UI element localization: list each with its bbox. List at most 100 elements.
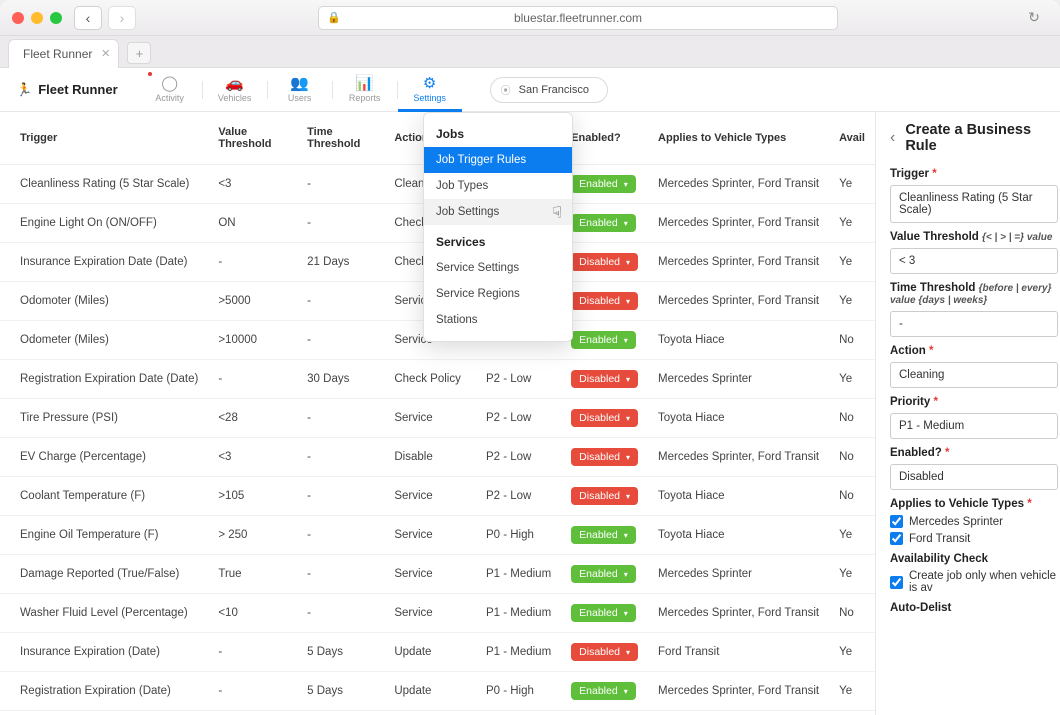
enabled-badge[interactable]: Enabled▾ xyxy=(571,604,636,622)
reload-button[interactable]: ↻ xyxy=(1020,6,1048,30)
col-6[interactable]: Applies to Vehicle Types xyxy=(648,112,829,165)
table-row[interactable]: EV Charge (Percentage)<3-DisableP2 - Low… xyxy=(0,438,875,477)
enabled-badge[interactable]: Enabled▾ xyxy=(571,214,636,232)
cell: Ye xyxy=(829,711,875,715)
nav-back-button[interactable]: ‹ xyxy=(74,6,102,30)
value-threshold-input[interactable]: < 3 xyxy=(890,248,1058,274)
enabled-badge[interactable]: Disabled▾ xyxy=(571,643,638,661)
notification-dot xyxy=(148,72,152,76)
cell: Enabled▾ xyxy=(561,711,648,715)
enabled-badge[interactable]: Disabled▾ xyxy=(571,487,638,505)
table-row[interactable]: Coolant Temperature (F)>105-ServiceP2 - … xyxy=(0,477,875,516)
cell: - xyxy=(208,360,297,399)
browser-titlebar: ‹ › 🔒 bluestar.fleetrunner.com ↻ xyxy=(0,0,1060,36)
cell: Service xyxy=(384,399,476,438)
enabled-badge[interactable]: Disabled▾ xyxy=(571,370,638,388)
time-threshold-label: Time Threshold {before | every} value {d… xyxy=(890,282,1060,306)
table-row[interactable]: Durtaion of Checkout (Hours)>120-Contact… xyxy=(0,711,875,715)
trigger-input[interactable]: Cleanliness Rating (5 Star Scale) xyxy=(890,185,1058,223)
cell: Ye xyxy=(829,243,875,282)
enabled-badge[interactable]: Enabled▾ xyxy=(571,331,636,349)
enabled-badge[interactable]: Disabled▾ xyxy=(571,292,638,310)
cell: Disabled▾ xyxy=(561,633,648,672)
minimize-window[interactable] xyxy=(31,12,43,24)
menu-service-settings[interactable]: Service Settings xyxy=(424,255,572,281)
url-text: bluestar.fleetrunner.com xyxy=(514,11,642,25)
priority-input[interactable]: P1 - Medium xyxy=(890,413,1058,439)
nav-activity[interactable]: ◯Activity xyxy=(138,68,202,112)
nav-forward-button[interactable]: › xyxy=(108,6,136,30)
cell: Disabled▾ xyxy=(561,243,648,282)
cell: P1 - Medium xyxy=(476,633,561,672)
cell: Update xyxy=(384,633,476,672)
col-0[interactable]: Trigger xyxy=(0,112,208,165)
table-row[interactable]: Engine Oil Temperature (F)> 250-ServiceP… xyxy=(0,516,875,555)
cell: - xyxy=(208,672,297,711)
cell: Update xyxy=(384,672,476,711)
nav-reports[interactable]: 📊Reports xyxy=(333,68,397,112)
cell: No xyxy=(829,399,875,438)
panel-back-button[interactable]: ‹ xyxy=(890,129,895,147)
table-row[interactable]: Damage Reported (True/False)True-Service… xyxy=(0,555,875,594)
time-threshold-input[interactable]: - xyxy=(890,311,1058,337)
cell: - xyxy=(208,243,297,282)
cell: - xyxy=(297,516,384,555)
cell: Enabled▾ xyxy=(561,672,648,711)
col-7[interactable]: Avail xyxy=(829,112,875,165)
cell: - xyxy=(297,165,384,204)
action-input[interactable]: Cleaning xyxy=(890,362,1058,388)
close-tab-icon[interactable]: ✕ xyxy=(101,47,110,60)
enabled-badge[interactable]: Enabled▾ xyxy=(571,565,636,583)
enabled-badge[interactable]: Disabled▾ xyxy=(571,409,638,427)
cell: No xyxy=(829,321,875,360)
enabled-badge[interactable]: Disabled▾ xyxy=(571,253,638,271)
availability-checkbox[interactable] xyxy=(890,576,903,589)
cell: <3 xyxy=(208,438,297,477)
cell: Registration Expiration (Date) xyxy=(0,672,208,711)
city-selector[interactable]: ⦿ San Francisco xyxy=(490,77,608,103)
cell: Mercedes Sprinter xyxy=(648,360,829,399)
url-bar[interactable]: 🔒 bluestar.fleetrunner.com xyxy=(318,6,838,30)
enabled-badge[interactable]: Disabled▾ xyxy=(571,448,638,466)
close-window[interactable] xyxy=(12,12,24,24)
enabled-input[interactable]: Disabled xyxy=(890,464,1058,490)
table-row[interactable]: Insurance Expiration (Date)-5 DaysUpdate… xyxy=(0,633,875,672)
new-tab-button[interactable]: + xyxy=(127,42,151,64)
enabled-badge[interactable]: Enabled▾ xyxy=(571,526,636,544)
enabled-badge[interactable]: Enabled▾ xyxy=(571,682,636,700)
cell: Cleanliness Rating (5 Star Scale) xyxy=(0,165,208,204)
menu-job-trigger-rules[interactable]: Job Trigger Rules xyxy=(424,147,572,173)
maximize-window[interactable] xyxy=(50,12,62,24)
cell: Engine Oil Temperature (F) xyxy=(0,516,208,555)
nav-vehicles[interactable]: 🚗Vehicles xyxy=(203,68,267,112)
col-1[interactable]: Value Threshold xyxy=(208,112,297,165)
cell: - xyxy=(297,594,384,633)
col-2[interactable]: Time Threshold xyxy=(297,112,384,165)
cell: Mercedes Sprinter, Ford Transit xyxy=(648,594,829,633)
vtype-ford-checkbox[interactable] xyxy=(890,532,903,545)
cell: Toyota Hiace xyxy=(648,321,829,360)
browser-tab[interactable]: Fleet Runner ✕ xyxy=(8,39,119,68)
cell: - xyxy=(297,477,384,516)
cell: Mercedes Sprinter xyxy=(648,555,829,594)
nav-settings[interactable]: ⚙Settings xyxy=(398,68,462,112)
cell: Ye xyxy=(829,204,875,243)
menu-stations[interactable]: Stations xyxy=(424,307,572,333)
value-threshold-label: Value Threshold {< | > | =} value xyxy=(890,231,1060,243)
brand[interactable]: 🏃 Fleet Runner xyxy=(16,82,118,98)
table-row[interactable]: Registration Expiration Date (Date)-30 D… xyxy=(0,360,875,399)
table-row[interactable]: Registration Expiration (Date)-5 DaysUpd… xyxy=(0,672,875,711)
nav-users[interactable]: 👥Users xyxy=(268,68,332,112)
col-5[interactable]: Enabled? xyxy=(561,112,648,165)
table-row[interactable]: Washer Fluid Level (Percentage)<10-Servi… xyxy=(0,594,875,633)
cell: Check Policy xyxy=(384,360,476,399)
cell: Service xyxy=(384,516,476,555)
menu-service-regions[interactable]: Service Regions xyxy=(424,281,572,307)
menu-job-types[interactable]: Job Types xyxy=(424,173,572,199)
vtype-mercedes-checkbox[interactable] xyxy=(890,515,903,528)
cell: Mercedes Sprinter, Ford Transit xyxy=(648,438,829,477)
table-row[interactable]: Tire Pressure (PSI)<28-ServiceP2 - LowDi… xyxy=(0,399,875,438)
cell: True xyxy=(208,555,297,594)
menu-job-settings[interactable]: Job Settings ☟ xyxy=(424,199,572,225)
enabled-badge[interactable]: Enabled▾ xyxy=(571,175,636,193)
